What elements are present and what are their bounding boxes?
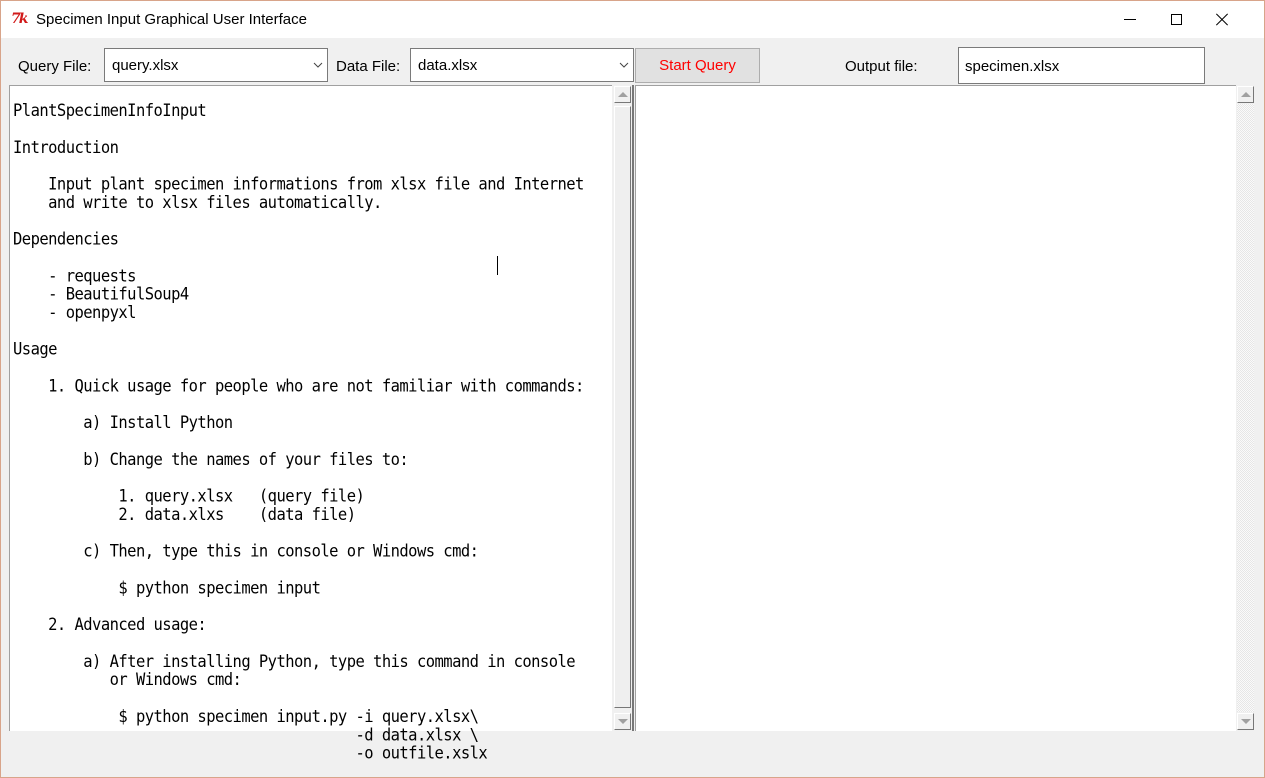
chevron-down-icon[interactable] [313,61,323,69]
chevron-down-icon[interactable] [619,61,629,69]
readme-line: - openpyxl [13,302,136,323]
query-file-label: Query File: [18,58,92,75]
readme-line: c) Then, type this in console or Windows… [13,541,479,561]
start-query-button[interactable]: Start Query [635,48,760,83]
readme-line [13,598,584,616]
readme-line: - requests [13,266,136,286]
scroll-up-button[interactable] [614,86,631,103]
scroll-up-button[interactable] [1237,86,1254,103]
readme-line: Dependencies [13,229,119,249]
close-icon [1215,13,1229,27]
arrow-down-icon [1240,719,1251,724]
readme-line: b) Change the names of your files to: [13,449,409,470]
readme-line [13,212,584,230]
readme-line [13,396,584,414]
output-file-value: specimen.xlsx [965,58,1060,75]
query-file-combobox[interactable]: query.xlsx [104,48,328,82]
readme-line: Introduction [13,137,119,158]
minimize-icon [1124,19,1136,20]
text-cursor [497,256,498,275]
readme-line: -o outfile.xslx [13,743,488,763]
readme-line [13,561,584,579]
readme-line [13,524,584,542]
readme-line [13,634,584,652]
readme-line: and write to xlsx files automatically. [13,192,382,213]
readme-line: 2. Advanced usage: [13,615,207,635]
readme-line: 1. Quick usage for people who are not fa… [13,376,584,396]
tk-feather-icon: 7k [11,11,28,27]
maximize-button[interactable] [1153,1,1199,38]
query-file-value: query.xlsx [112,57,179,74]
readme-line: a) Install Python [13,413,233,433]
minimize-button[interactable] [1107,1,1153,38]
data-file-label: Data File: [336,58,401,75]
window-title: Specimen Input Graphical User Interface [36,11,307,28]
readme-text-area[interactable]: PlantSpecimenInfoInput Introduction Input… [9,85,612,762]
data-file-combobox[interactable]: data.xlsx [410,48,634,82]
readme-line [13,469,584,487]
scroll-down-button[interactable] [1237,713,1254,730]
readme-line [13,359,584,377]
readme-line: Input plant specimen informations from x… [13,174,584,194]
readme-line: Usage [13,339,57,360]
output-file-label: Output file: [845,58,918,75]
scrollbar-thumb[interactable] [614,106,631,708]
data-file-value: data.xlsx [418,57,478,74]
title-bar: 7k Specimen Input Graphical User Interfa… [1,1,1264,38]
arrow-up-icon [1240,92,1251,97]
output-file-input[interactable]: specimen.xlsx [958,47,1205,84]
arrow-up-icon [617,92,628,97]
maximize-icon [1170,14,1182,25]
readme-line [13,690,584,708]
scroll-down-button[interactable] [614,713,631,730]
readme-line [13,249,584,267]
readme-line: -d data.xlsx \ [13,725,479,745]
readme-line: 2. data.xlxs (data file) [13,504,356,525]
readme-line: $ python specimen input.py -i query.xlsx… [13,706,479,727]
close-button[interactable] [1199,1,1245,38]
readme-line: $ python specimen input [13,578,321,598]
scrollbar-track[interactable] [1237,104,1254,712]
readme-line: - BeautifulSoup4 [13,284,189,304]
readme-line: PlantSpecimenInfoInput [13,100,207,121]
readme-line: 1. query.xlsx (query file) [13,486,365,506]
readme-scrollbar[interactable] [613,85,634,731]
readme-line: or Windows cmd: [13,670,242,690]
readme-content: PlantSpecimenInfoInput Introduction Input… [13,100,584,763]
app-window: 7k Specimen Input Graphical User Interfa… [0,0,1265,778]
output-text-area[interactable] [635,85,1236,731]
readme-line [13,120,584,138]
readme-line [13,322,584,340]
output-scrollbar[interactable] [1236,85,1256,731]
readme-line [13,432,584,450]
readme-line [13,157,584,175]
readme-line: a) After installing Python, type this co… [13,651,576,672]
arrow-down-icon [617,719,628,724]
